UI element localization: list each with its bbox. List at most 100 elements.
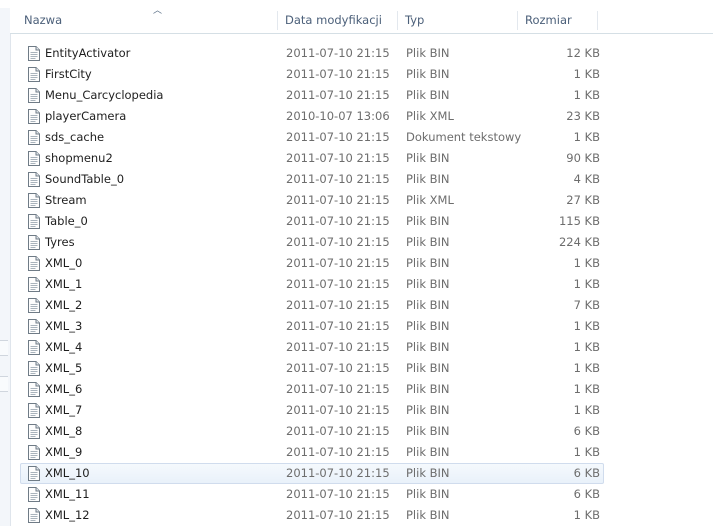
column-header-date[interactable]: Data modyfikacji	[278, 8, 398, 33]
nav-pane-item[interactable]	[0, 376, 8, 392]
file-row[interactable]: EntityActivator 2011-07-10 21:15 Plik BIN 1…	[20, 43, 604, 64]
file-type: Plik BIN	[406, 361, 450, 375]
file-type: Plik BIN	[406, 172, 450, 186]
file-size: 6 KB	[573, 466, 600, 480]
file-row[interactable]: Stream 2011-07-10 21:15 Plik XML 27 KB	[20, 190, 604, 211]
column-header-size[interactable]: Rozmiar	[518, 8, 598, 33]
file-size: 115 KB	[558, 214, 600, 228]
file-row[interactable]: XML_6 2011-07-10 21:15 Plik BIN 1 KB	[20, 379, 604, 400]
file-name: Menu_Carcyclopedia	[45, 88, 164, 102]
file-date: 2011-07-10 21:15	[286, 298, 390, 312]
file-row[interactable]: Tyres 2011-07-10 21:15 Plik BIN 224 KB	[20, 232, 604, 253]
column-header-type[interactable]: Typ	[398, 8, 518, 33]
nav-pane-item[interactable]	[0, 340, 8, 356]
column-header-date-label: Data modyfikacji	[285, 13, 382, 27]
file-name: XML_6	[45, 382, 83, 396]
file-row[interactable]: XML_0 2011-07-10 21:15 Plik BIN 1 KB	[20, 253, 604, 274]
file-row[interactable]: FirstCity 2011-07-10 21:15 Plik BIN 1 KB	[20, 64, 604, 85]
file-row[interactable]: XML_10 2011-07-10 21:15 Plik BIN 6 KB	[20, 463, 604, 484]
file-row[interactable]: playerCamera 2010-10-07 13:06 Plik XML 23 K…	[20, 106, 604, 127]
file-date: 2011-07-10 21:15	[286, 424, 390, 438]
file-date: 2011-07-10 21:15	[286, 256, 390, 270]
file-name: XML_12	[45, 508, 90, 522]
file-name: XML_8	[45, 424, 83, 438]
file-size: 6 KB	[573, 424, 600, 438]
file-type: Plik BIN	[406, 466, 450, 480]
file-name: XML_3	[45, 319, 83, 333]
file-type: Plik BIN	[406, 424, 450, 438]
file-row[interactable]: XML_9 2011-07-10 21:15 Plik BIN 1 KB	[20, 442, 604, 463]
file-row[interactable]: sds_cache 2011-07-10 21:15 Dokument teksto…	[20, 127, 604, 148]
file-name: XML_0	[45, 256, 83, 270]
file-type: Plik BIN	[406, 319, 450, 333]
file-row[interactable]: XML_12 2011-07-10 21:15 Plik BIN 1 KB	[20, 505, 604, 526]
file-date: 2011-07-10 21:15	[286, 151, 390, 165]
file-size: 1 KB	[573, 319, 600, 333]
file-type: Plik BIN	[406, 151, 450, 165]
file-name: playerCamera	[45, 109, 127, 123]
file-type: Plik BIN	[406, 487, 450, 501]
file-row[interactable]: XML_4 2011-07-10 21:15 Plik BIN 1 KB	[20, 337, 604, 358]
file-size: 1 KB	[573, 277, 600, 291]
file-name: shopmenu2	[45, 151, 113, 165]
file-row[interactable]: XML_8 2011-07-10 21:15 Plik BIN 6 KB	[20, 421, 604, 442]
file-row[interactable]: XML_2 2011-07-10 21:15 Plik BIN 7 KB	[20, 295, 604, 316]
file-size: 224 KB	[558, 235, 600, 249]
file-date: 2011-07-10 21:15	[286, 214, 390, 228]
file-size: 1 KB	[573, 340, 600, 354]
file-name: XML_7	[45, 403, 83, 417]
file-row[interactable]: SoundTable_0 2011-07-10 21:15 Plik BIN 4 KB	[20, 169, 604, 190]
file-date: 2011-07-10 21:15	[286, 193, 390, 207]
file-row[interactable]: Menu_Carcyclopedia 2011-07-10 21:15 Plik B…	[20, 85, 604, 106]
file-row[interactable]: Table_0 2011-07-10 21:15 Plik BIN 115 KB	[20, 211, 604, 232]
file-row[interactable]: XML_7 2011-07-10 21:15 Plik BIN 1 KB	[20, 400, 604, 421]
file-size: 90 KB	[566, 151, 600, 165]
sort-up-arrow-icon: ︿	[153, 6, 163, 16]
column-header-name-label: Nazwa	[24, 13, 63, 27]
file-row[interactable]: shopmenu2 2011-07-10 21:15 Plik BIN 90 KB	[20, 148, 604, 169]
navigation-pane-edge[interactable]	[0, 8, 11, 526]
file-name: XML_10	[45, 466, 90, 480]
file-date: 2011-07-10 21:15	[286, 277, 390, 291]
file-type: Plik BIN	[406, 340, 450, 354]
file-name: EntityActivator	[45, 46, 131, 60]
file-size: 1 KB	[573, 508, 600, 522]
file-name: SoundTable_0	[45, 172, 125, 186]
file-name: FirstCity	[45, 67, 92, 81]
file-type: Plik BIN	[406, 256, 450, 270]
file-row[interactable]: XML_11 2011-07-10 21:15 Plik BIN 6 KB	[20, 484, 604, 505]
file-row[interactable]: XML_1 2011-07-10 21:15 Plik BIN 1 KB	[20, 274, 604, 295]
file-size: 6 KB	[573, 487, 600, 501]
file-type: Plik BIN	[406, 403, 450, 417]
file-date: 2011-07-10 21:15	[286, 88, 390, 102]
address-bar-remnant	[0, 0, 713, 8]
column-header-bar: Nazwa ︿ Data modyfikacji Typ Rozmiar	[10, 6, 713, 34]
file-type: Plik BIN	[406, 214, 450, 228]
file-size: 7 KB	[573, 298, 600, 312]
file-row[interactable]: XML_3 2011-07-10 21:15 Plik BIN 1 KB	[20, 316, 604, 337]
file-date: 2011-07-10 21:15	[286, 340, 390, 354]
file-date: 2011-07-10 21:15	[286, 130, 390, 144]
file-name: XML_5	[45, 361, 83, 375]
column-header-name[interactable]: Nazwa ︿	[10, 6, 278, 33]
column-header-type-label: Typ	[405, 13, 425, 27]
file-type: Plik BIN	[406, 508, 450, 522]
file-type: Plik XML	[406, 193, 454, 207]
file-type: Plik XML	[406, 109, 454, 123]
file-name: Stream	[45, 193, 87, 207]
file-row[interactable]: XML_5 2011-07-10 21:15 Plik BIN 1 KB	[20, 358, 604, 379]
file-size: 1 KB	[573, 130, 600, 144]
file-size: 23 KB	[566, 109, 600, 123]
file-name: XML_2	[45, 298, 83, 312]
file-type: Plik BIN	[406, 382, 450, 396]
file-date: 2011-07-10 21:15	[286, 403, 390, 417]
file-type: Plik BIN	[406, 298, 450, 312]
file-date: 2011-07-10 21:15	[286, 172, 390, 186]
file-size: 1 KB	[573, 88, 600, 102]
file-type: Plik BIN	[406, 46, 450, 60]
file-size: 1 KB	[573, 445, 600, 459]
file-size: 1 KB	[573, 403, 600, 417]
file-name: XML_11	[45, 487, 90, 501]
file-date: 2011-07-10 21:15	[286, 235, 390, 249]
file-date: 2011-07-10 21:15	[286, 361, 390, 375]
